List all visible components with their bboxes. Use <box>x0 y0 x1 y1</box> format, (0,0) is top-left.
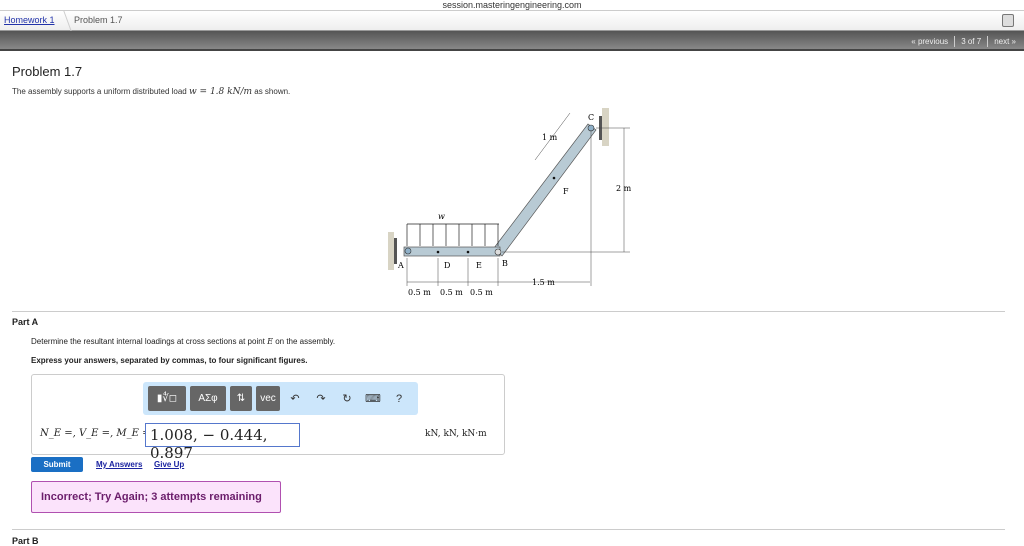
next-link[interactable]: next » <box>994 37 1016 47</box>
part-a-instruction: Express your answers, separated by comma… <box>31 356 308 365</box>
point-d <box>436 250 440 254</box>
position-indicator: 3 of 7 <box>961 37 982 46</box>
dim-bc-vertical: 2 m <box>616 184 632 193</box>
answer-units: kN, kN, kN·m <box>425 429 487 439</box>
part-b-heading: Part B <box>12 536 39 546</box>
pin-a <box>404 247 412 255</box>
breadcrumb-separator <box>52 11 72 31</box>
help-icon[interactable]: ? <box>388 393 410 405</box>
breadcrumb: Homework 1 Problem 1.7 <box>0 11 1024 31</box>
undo-icon[interactable]: ↶ <box>284 392 306 405</box>
url-bar: session.masteringengineering.com <box>0 0 1024 11</box>
dim-cf: 1 m <box>542 133 558 142</box>
assembly-figure: A B C D E F w 0.5 m 0.5 m 0.5 m 1.5 m 2 … <box>388 108 632 297</box>
question-text-end: on the assembly. <box>272 337 336 346</box>
submit-button[interactable]: Submit <box>31 457 83 472</box>
label-e: E <box>476 261 482 270</box>
breadcrumb-current: Problem 1.7 <box>74 15 123 25</box>
support-a <box>394 238 397 264</box>
divider <box>12 529 1005 530</box>
description-text-end: as shown. <box>252 87 291 96</box>
distributed-load-arrows <box>406 223 499 246</box>
redo-icon[interactable]: ↷ <box>310 392 332 405</box>
breadcrumb-homework-link[interactable]: Homework 1 <box>4 15 55 25</box>
wall-a <box>388 232 394 270</box>
wall-c <box>602 108 609 146</box>
url-text: session.masteringengineering.com <box>442 0 582 10</box>
part-a-heading: Part A <box>12 317 39 327</box>
description-math: w = 1.8 kN/m <box>188 87 253 97</box>
divider <box>987 36 989 47</box>
vector-button[interactable]: vec <box>256 386 280 411</box>
label-b: B <box>502 259 508 268</box>
member-ab <box>403 246 501 257</box>
point-e <box>466 250 470 254</box>
part-a-question: Determine the resultant internal loading… <box>31 337 335 346</box>
my-answers-link[interactable]: My Answers <box>96 460 142 469</box>
divider <box>12 311 1005 312</box>
label-w: w <box>438 212 445 221</box>
previous-link[interactable]: « previous <box>911 37 948 47</box>
math-toolbar: ▮∜◻ ΑΣφ ⇅ vec ↶ ↷ ↻ ⌨ ? <box>143 382 418 415</box>
print-icon[interactable] <box>1002 14 1014 27</box>
dimension-lines <box>406 112 630 286</box>
give-up-link[interactable]: Give Up <box>154 460 184 469</box>
page-title: Problem 1.7 <box>12 64 83 79</box>
reset-icon[interactable]: ↻ <box>336 392 358 405</box>
member-bc <box>493 123 597 257</box>
label-f: F <box>563 187 569 196</box>
point-f <box>552 176 556 180</box>
answer-input[interactable]: 1.008, − 0.444, 0.897 <box>145 423 300 462</box>
label-c: C <box>588 113 594 122</box>
pin-b <box>494 248 502 256</box>
dim-eb: 0.5 m <box>470 288 493 297</box>
arrows-button[interactable]: ⇅ <box>230 386 252 411</box>
feedback-message: Incorrect; Try Again; 3 attempts remaini… <box>31 481 281 513</box>
label-a: A <box>397 261 404 270</box>
dim-ad: 0.5 m <box>408 288 431 297</box>
description-text: The assembly supports a uniform distribu… <box>12 87 189 96</box>
templates-button[interactable]: ▮∜◻ <box>148 386 186 411</box>
label-d: D <box>444 261 450 270</box>
greek-symbols-button[interactable]: ΑΣφ <box>190 386 226 411</box>
dim-de: 0.5 m <box>440 288 463 297</box>
problem-description: The assembly supports a uniform distribu… <box>12 87 290 97</box>
keyboard-icon[interactable]: ⌨ <box>362 392 384 405</box>
dim-bc-horizontal: 1.5 m <box>532 278 555 287</box>
answer-label: N_E =, V_E =, M_E = <box>40 428 151 439</box>
navigation-bar: « previous 3 of 7 next » <box>0 31 1024 51</box>
divider <box>954 36 956 47</box>
question-text: Determine the resultant internal loading… <box>31 337 268 346</box>
